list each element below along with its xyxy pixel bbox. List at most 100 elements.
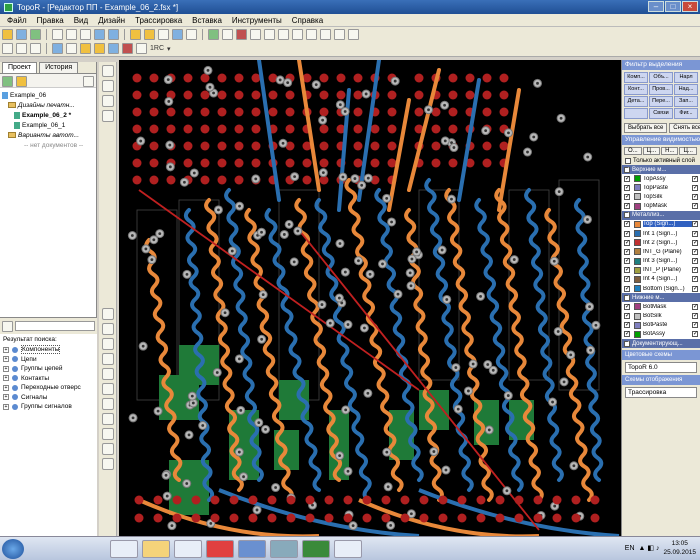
menu-file[interactable]: Файл (2, 16, 32, 25)
search-item[interactable]: + Группы сигналов (0, 402, 97, 412)
search-item[interactable]: + Компоненты (0, 345, 97, 355)
snap-icon[interactable] (16, 43, 27, 54)
layer-row[interactable]: Int 4 (Sign...) (622, 274, 700, 285)
circle-tool-icon[interactable] (101, 368, 114, 380)
zoom-fit-icon[interactable] (158, 29, 169, 40)
menu-routing[interactable]: Трассировка (130, 16, 187, 25)
paste-icon[interactable] (80, 29, 91, 40)
checkmark-icon[interactable] (101, 80, 114, 92)
no-entry-icon[interactable] (101, 398, 114, 410)
chevron-down-icon[interactable]: ▾ (167, 45, 171, 53)
fork2-icon[interactable] (278, 29, 289, 40)
drc-icon[interactable] (208, 29, 219, 40)
taskbar-photos-icon[interactable] (174, 540, 202, 558)
unroute-icon[interactable] (66, 43, 77, 54)
vis-tab[interactable]: Ц... (679, 147, 697, 155)
pcb-board[interactable] (119, 60, 621, 536)
filter-button[interactable]: Дета... (624, 96, 648, 107)
fork-icon[interactable] (264, 29, 275, 40)
menu-help[interactable]: Справка (287, 16, 328, 25)
save-icon[interactable] (30, 29, 41, 40)
open-icon[interactable] (16, 29, 27, 40)
new-icon[interactable] (2, 29, 13, 40)
via-tool-icon[interactable] (101, 458, 114, 470)
taskbar-app-icon[interactable] (334, 540, 362, 558)
select-all-button[interactable]: Выбрать все (624, 123, 668, 133)
tree-node[interactable]: Дизайны печатн... (2, 100, 94, 110)
menu-insert[interactable]: Вставка (187, 16, 227, 25)
route-icon[interactable] (52, 43, 63, 54)
layer-row[interactable]: Top (Sign...) (622, 219, 700, 229)
layer-group-header[interactable]: Металлиз... (622, 210, 700, 220)
wire-tool-icon[interactable] (101, 338, 114, 350)
dimension-tool-icon[interactable] (101, 443, 114, 455)
tab-history[interactable]: История (39, 62, 79, 73)
filter-button[interactable]: Нарл (674, 72, 698, 83)
probe2-icon[interactable] (306, 29, 317, 40)
zoom-in-icon[interactable] (130, 29, 141, 40)
filter-button[interactable]: Конт... (624, 84, 648, 95)
layer-row[interactable]: Int 1 (Sign...) (622, 228, 700, 239)
vis-tab[interactable]: Н... (661, 147, 679, 155)
taskbar-explorer-icon[interactable] (142, 540, 170, 558)
tree-node[interactable]: Example_06_1 (2, 120, 94, 130)
rotate-icon[interactable] (101, 65, 114, 77)
ortho-icon[interactable] (30, 43, 41, 54)
wire-icon[interactable] (320, 29, 331, 40)
measure-icon[interactable] (348, 29, 359, 40)
filter-button[interactable]: Пров... (649, 84, 673, 95)
net-tool-icon[interactable] (101, 95, 114, 107)
vis-tab[interactable]: О... (624, 147, 642, 155)
toolbar-zoom-text[interactable]: 1RC (150, 45, 164, 52)
maximize-button[interactable]: □ (665, 1, 681, 12)
layer-group-header[interactable]: Верхние м... (622, 165, 700, 174)
color-scheme-select[interactable]: TopoR 6.0 (625, 362, 697, 373)
layer-row[interactable]: TopPaste (622, 183, 700, 193)
tree-node[interactable]: Example_06 (2, 90, 94, 100)
menu-edit[interactable]: Правка (32, 16, 69, 25)
filter-button[interactable]: Зап... (674, 96, 698, 107)
grid-toggle-icon[interactable] (2, 43, 13, 54)
display-scheme-select[interactable]: Трассировка (625, 387, 697, 398)
clock[interactable]: 13:05 25.09.2015 (663, 539, 696, 557)
filter-button[interactable]: Пере... (649, 96, 673, 107)
polygon-tool-icon[interactable] (101, 383, 114, 395)
layer-row[interactable]: TopSilk (622, 192, 700, 202)
search-item[interactable]: + Переходные отверс (0, 383, 97, 393)
search-icon[interactable] (2, 320, 13, 332)
layer-row[interactable]: BotSilk (622, 311, 700, 321)
zoom-out-icon[interactable] (144, 29, 155, 40)
taskbar-folder-icon[interactable] (110, 540, 138, 558)
menu-view[interactable]: Вид (69, 16, 93, 25)
layer-row[interactable]: TopMask (622, 201, 700, 211)
filter-button[interactable]: Над... (674, 84, 698, 95)
text-tool-icon[interactable] (101, 428, 114, 440)
start-button[interactable] (2, 539, 24, 559)
drop-icon[interactable] (101, 110, 114, 122)
rect-tool-icon[interactable] (101, 413, 114, 425)
probe-icon[interactable] (292, 29, 303, 40)
filter-button[interactable]: Фиг... (674, 108, 698, 119)
layer-icon[interactable] (222, 29, 233, 40)
layer-group-header[interactable]: Нижние м... (622, 293, 700, 303)
filter-button[interactable] (624, 108, 648, 119)
language-indicator[interactable]: EN (625, 545, 635, 552)
compare-icon[interactable] (136, 43, 147, 54)
arc-tool-icon[interactable] (101, 353, 114, 365)
search-item[interactable]: + Группы цепей (0, 364, 97, 374)
select-icon[interactable] (101, 308, 114, 320)
minimize-button[interactable]: – (648, 1, 664, 12)
folder-icon[interactable] (80, 43, 91, 54)
layer-row[interactable]: Int 3 (Sign...) (622, 256, 700, 266)
taskbar-office-icon[interactable] (206, 540, 234, 558)
layer-row[interactable]: INT_G (Plane) (622, 247, 700, 257)
pan-icon[interactable] (101, 323, 114, 335)
layer-row[interactable]: Bottom (Sign...) (622, 284, 700, 294)
wire2-icon[interactable] (334, 29, 345, 40)
vis-tab[interactable]: Ц... (642, 147, 661, 155)
tree-node[interactable]: Example_06_2 * (2, 110, 94, 120)
layer-row[interactable]: BotMask (622, 302, 700, 312)
search-input[interactable] (15, 321, 95, 331)
zoom-window-icon[interactable] (172, 29, 183, 40)
pcb-canvas[interactable] (119, 60, 621, 536)
